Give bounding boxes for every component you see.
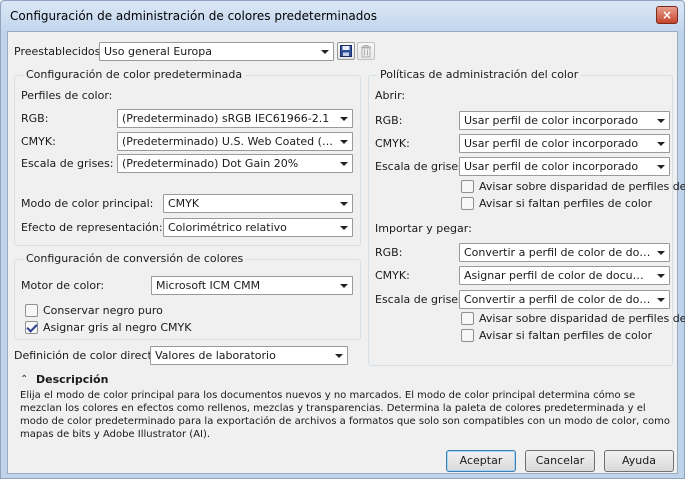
dialog-window: Configuración de administración de color… <box>0 0 685 479</box>
close-icon: × <box>661 8 673 22</box>
chevron-down-icon <box>657 142 665 146</box>
color-engine-value: Microsoft ICM CMM <box>156 279 261 292</box>
save-icon <box>340 45 352 57</box>
default-color-settings-title: Configuración de color predeterminada <box>23 68 246 81</box>
cancel-button[interactable]: Cancelar <box>525 450 595 472</box>
chevron-down-icon <box>657 165 665 169</box>
chevron-down-icon <box>340 226 348 230</box>
primary-color-mode-dropdown[interactable]: CMYK <box>163 194 353 213</box>
ok-button[interactable]: Aceptar <box>446 450 516 472</box>
gray-profile-label: Escala de grises: <box>21 157 114 170</box>
open-rgb-dropdown[interactable]: Usar perfil de color incorporado <box>459 111 670 130</box>
primary-color-mode-value: CMYK <box>168 197 200 210</box>
open-warn-missing-label: Avisar si faltan perfiles de color <box>479 197 652 210</box>
spot-color-value: Valores de laboratorio <box>155 349 276 362</box>
chevron-down-icon <box>340 117 348 121</box>
gray-profile-dropdown[interactable]: (Predeterminado) Dot Gain 20% <box>117 154 353 173</box>
rgb-profile-value: (Predeterminado) sRGB IEC61966-2.1 <box>122 112 330 125</box>
description-title: Descripción <box>36 373 109 386</box>
title-bar[interactable]: Configuración de administración de color… <box>1 1 684 31</box>
save-preset-button[interactable] <box>337 42 355 60</box>
collapse-chevron-icon[interactable]: ⌃ <box>20 375 30 385</box>
chevron-down-icon <box>657 298 665 302</box>
import-gray-label: Escala de grises: <box>375 293 468 306</box>
open-rgb-value: Usar perfil de color incorporado <box>464 114 639 127</box>
open-cmyk-value: Usar perfil de color incorporado <box>464 137 639 150</box>
map-gray-checkbox[interactable] <box>25 321 38 334</box>
chevron-down-icon <box>657 251 665 255</box>
preserve-black-checkbox[interactable] <box>25 304 38 317</box>
import-warn-missing-checkbox[interactable] <box>461 329 474 342</box>
color-policies-group: Políticas de administración del color Ab… <box>368 68 685 366</box>
rendering-intent-label: Efecto de representación: <box>21 221 163 234</box>
spot-color-dropdown[interactable]: Valores de laboratorio <box>150 346 348 365</box>
open-warn-missing-checkbox[interactable] <box>461 197 474 210</box>
chevron-down-icon <box>657 119 665 123</box>
import-gray-value: Convertir a perfil de color de documento <box>464 293 669 306</box>
import-warn-mismatch-label: Avisar sobre disparidad de perfiles de c… <box>479 312 685 325</box>
import-cmyk-label: CMYK: <box>375 269 410 282</box>
open-gray-label: Escala de grises: <box>375 160 468 173</box>
primary-color-mode-label: Modo de color principal: <box>21 197 154 210</box>
color-engine-label: Motor de color: <box>21 279 105 292</box>
import-cmyk-value: Asignar perfil de color de documento <box>464 269 669 282</box>
spot-color-label: Definición de color directo: <box>14 349 163 362</box>
color-engine-dropdown[interactable]: Microsoft ICM CMM <box>151 276 353 295</box>
cmyk-profile-label: CMYK: <box>21 135 56 148</box>
dialog-body: Preestablecidos: Uso general Europa Conf <box>7 31 685 474</box>
chevron-down-icon <box>340 284 348 288</box>
preserve-black-label: Conservar negro puro <box>43 304 163 317</box>
color-policies-title: Políticas de administración del color <box>377 68 582 81</box>
color-profiles-label: Perfiles de color: <box>21 89 113 102</box>
import-gray-dropdown[interactable]: Convertir a perfil de color de documento <box>459 290 670 309</box>
map-gray-label: Asignar gris al negro CMYK <box>43 321 192 334</box>
presets-value: Uso general Europa <box>104 45 212 58</box>
open-section-label: Abrir: <box>375 89 406 102</box>
cmyk-profile-value: (Predeterminado) U.S. Web Coated (SWOP).… <box>122 135 352 148</box>
default-color-settings-group: Configuración de color predeterminada Pe… <box>14 68 361 246</box>
chevron-down-icon <box>340 140 348 144</box>
cmyk-profile-dropdown[interactable]: (Predeterminado) U.S. Web Coated (SWOP).… <box>117 132 353 151</box>
chevron-down-icon <box>340 202 348 206</box>
chevron-down-icon <box>321 50 329 54</box>
chevron-down-icon <box>340 162 348 166</box>
open-gray-dropdown[interactable]: Usar perfil de color incorporado <box>459 157 670 176</box>
presets-label: Preestablecidos: <box>14 45 105 58</box>
import-cmyk-dropdown[interactable]: Asignar perfil de color de documento <box>459 266 670 285</box>
open-cmyk-label: CMYK: <box>375 137 410 150</box>
open-gray-value: Usar perfil de color incorporado <box>464 160 639 173</box>
import-rgb-dropdown[interactable]: Convertir a perfil de color de documento <box>459 243 670 262</box>
import-section-label: Importar y pegar: <box>375 222 472 235</box>
import-rgb-value: Convertir a perfil de color de documento <box>464 246 669 259</box>
help-button[interactable]: Ayuda <box>604 450 674 472</box>
open-warn-mismatch-checkbox[interactable] <box>461 180 474 193</box>
open-warn-mismatch-label: Avisar sobre disparidad de perfiles de c… <box>479 180 685 193</box>
rendering-intent-dropdown[interactable]: Colorimétrico relativo <box>163 218 353 237</box>
rendering-intent-value: Colorimétrico relativo <box>168 221 287 234</box>
chevron-down-icon <box>335 354 343 358</box>
import-warn-missing-label: Avisar si faltan perfiles de color <box>479 329 652 342</box>
chevron-down-icon <box>657 274 665 278</box>
description-text: Elija el modo de color principal para lo… <box>20 390 670 440</box>
open-cmyk-dropdown[interactable]: Usar perfil de color incorporado <box>459 134 670 153</box>
trash-icon <box>361 45 371 58</box>
delete-preset-button[interactable] <box>357 42 375 60</box>
color-conversion-group: Configuración de conversión de colores M… <box>14 252 361 340</box>
import-warn-mismatch-checkbox[interactable] <box>461 312 474 325</box>
dialog-title: Configuración de administración de color… <box>10 9 377 23</box>
close-button[interactable]: × <box>656 6 678 24</box>
presets-dropdown[interactable]: Uso general Europa <box>99 42 334 61</box>
import-rgb-label: RGB: <box>375 246 403 259</box>
rgb-profile-dropdown[interactable]: (Predeterminado) sRGB IEC61966-2.1 <box>117 109 353 128</box>
rgb-profile-label: RGB: <box>21 112 49 125</box>
open-rgb-label: RGB: <box>375 114 403 127</box>
color-conversion-title: Configuración de conversión de colores <box>23 252 247 265</box>
gray-profile-value: (Predeterminado) Dot Gain 20% <box>122 157 299 170</box>
